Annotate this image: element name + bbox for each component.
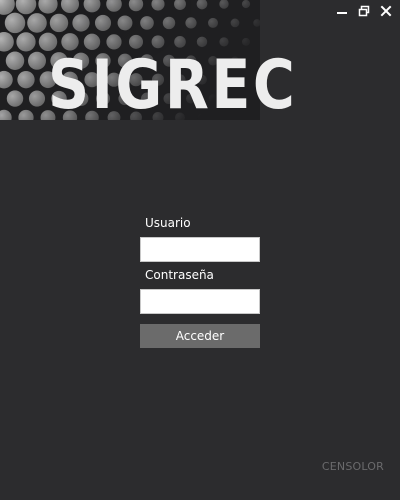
restore-button[interactable] (354, 2, 374, 20)
close-button[interactable] (376, 2, 396, 20)
minimize-icon (337, 12, 347, 14)
username-label: Usuario (145, 216, 191, 230)
login-window: SIGREC Usuario Contraseña Acceder CENSOL… (0, 0, 400, 500)
username-field[interactable] (140, 237, 260, 262)
close-icon (380, 5, 392, 17)
footer-brand: CENSOLOR (321, 460, 384, 473)
restore-icon (358, 5, 370, 17)
login-button[interactable]: Acceder (140, 324, 260, 348)
password-label: Contraseña (145, 268, 214, 282)
app-logo: SIGREC (48, 46, 298, 125)
login-form: Usuario Contraseña Acceder (140, 212, 260, 348)
window-controls (332, 2, 396, 20)
minimize-button[interactable] (332, 2, 352, 20)
password-field[interactable] (140, 289, 260, 314)
